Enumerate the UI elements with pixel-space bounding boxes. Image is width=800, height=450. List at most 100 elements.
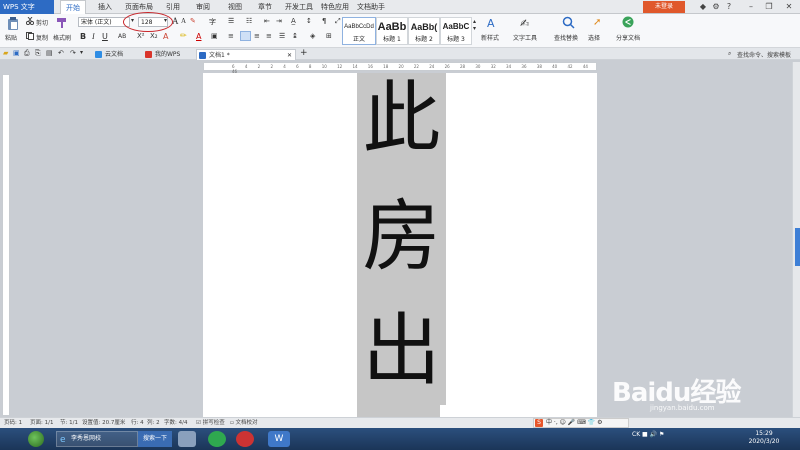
skin-icon[interactable]: ◆ (698, 1, 708, 13)
open-folder-icon[interactable]: ▰ (3, 49, 8, 57)
style-heading-2[interactable]: AaBb( 标题 2 (408, 17, 440, 45)
system-clock[interactable]: 15:29 2020/3/20 (740, 430, 788, 446)
superscript-icon[interactable]: X² (137, 32, 145, 40)
spell-check-toggle[interactable]: ☑ 拼写检查 (196, 418, 225, 428)
tab-cloud-docs[interactable]: 云文档 (93, 49, 139, 60)
taskbar-360-browser-icon[interactable] (208, 431, 226, 447)
justify-icon[interactable]: ≡ (266, 32, 272, 40)
italic-icon[interactable]: I (92, 32, 95, 41)
align-center-icon[interactable] (240, 31, 251, 41)
taskbar-browser[interactable]: e 李秀恩网校 (56, 431, 138, 447)
find-replace-icon[interactable] (562, 16, 575, 29)
format-painter-icon[interactable] (56, 17, 68, 29)
tab-my-wps[interactable]: 我的WPS (143, 49, 195, 60)
tab-view[interactable]: 视图 (222, 0, 248, 14)
increase-indent-icon[interactable]: ⇥ (276, 17, 282, 25)
chinese-layout-icon[interactable]: A̲ (291, 17, 296, 25)
help-icon[interactable]: ? (724, 1, 734, 13)
print-icon[interactable]: ⎘ (35, 49, 41, 58)
shading-icon[interactable]: ◈ (310, 32, 315, 40)
bold-icon[interactable]: B (80, 32, 86, 41)
tab-review[interactable]: 审阅 (190, 0, 216, 14)
highlight-icon[interactable]: ✏ (180, 31, 187, 40)
tab-document1[interactable]: 文档1 * ✕ (196, 49, 296, 60)
start-button[interactable] (28, 431, 44, 447)
phonetic-icon[interactable]: 字 (209, 17, 216, 27)
taskbar-wps-icon[interactable]: W (268, 431, 290, 447)
numbered-list-icon[interactable]: ☷ (246, 17, 252, 25)
style-normal[interactable]: AaBbCcDd 正文 (342, 17, 376, 45)
settings-icon[interactable]: ⚙ (711, 1, 721, 13)
tab-insert[interactable]: 插入 (92, 0, 118, 14)
doc-proof-button[interactable]: ▫ 文档校对 (230, 418, 258, 428)
distributed-icon[interactable]: ☰ (279, 32, 285, 40)
tab-doc-assistant[interactable]: 文档助手 (354, 0, 388, 14)
tab-references[interactable]: 引用 (160, 0, 186, 14)
char-border-icon[interactable]: ▣ (211, 32, 218, 40)
line-spacing-icon[interactable]: ↨ (292, 32, 298, 40)
undo-icon[interactable]: ↶ (58, 49, 64, 57)
bullet-list-icon[interactable]: ☰ (228, 17, 234, 25)
restore-icon[interactable]: ❐ (764, 1, 774, 13)
tab-special-apps[interactable]: 特色应用 (318, 0, 352, 14)
underline-icon[interactable]: U (102, 32, 108, 41)
strikethrough-icon[interactable]: AB (118, 33, 126, 40)
login-button[interactable]: 未登录 (643, 1, 685, 13)
document-char-1[interactable]: 此 (357, 74, 446, 164)
borders-icon[interactable]: ⊞ (326, 32, 332, 40)
tab-developer[interactable]: 开发工具 (282, 0, 316, 14)
text-tools-icon[interactable]: ✍ (520, 17, 529, 30)
decrease-indent-icon[interactable]: ⇤ (264, 17, 270, 25)
select-button[interactable]: 选择 (588, 33, 600, 42)
format-painter-button[interactable]: 格式刷 (53, 33, 71, 42)
cut-button[interactable]: 剪切 (36, 18, 48, 27)
text-effect-icon[interactable]: A (163, 32, 168, 41)
paste-icon[interactable] (7, 17, 19, 30)
taskbar-search-button[interactable]: 搜索一下 (138, 431, 172, 447)
document-char-3[interactable]: 出 (357, 306, 446, 396)
redo-icon[interactable]: ↷ (70, 49, 76, 57)
app-menu-button[interactable]: WPS 文字 (0, 0, 54, 14)
save-icon[interactable]: ▣ (13, 49, 20, 57)
close-tab-icon[interactable]: ✕ (287, 50, 292, 61)
horizontal-ruler[interactable]: 6 4 2 2 4 6 8 10 12 14 16 18 20 22 24 26… (203, 62, 597, 74)
share-icon[interactable] (622, 16, 634, 28)
subscript-icon[interactable]: X₂ (150, 32, 158, 40)
tab-home[interactable]: 开始 (60, 0, 86, 14)
search-icon[interactable]: ⌕ (728, 50, 731, 58)
cut-icon[interactable] (26, 17, 34, 25)
paste-button[interactable]: 粘贴 (5, 33, 17, 42)
show-marks-icon[interactable]: ¶ (322, 17, 326, 25)
minimize-icon[interactable]: – (746, 1, 756, 13)
copy-icon[interactable] (26, 32, 34, 40)
system-tray[interactable]: CK ■ 🔊 ⚑ (632, 431, 664, 438)
text-tools-button[interactable]: 文字工具 (513, 33, 537, 42)
copy-button[interactable]: 复制 (36, 33, 48, 42)
align-right-icon[interactable]: ≡ (254, 32, 260, 40)
shrink-font-icon[interactable]: A (181, 17, 186, 25)
find-replace-button[interactable]: 查找替换 (554, 33, 578, 42)
align-left-icon[interactable]: ≡ (228, 32, 234, 40)
taskbar-media-icon[interactable] (236, 431, 254, 447)
close-icon[interactable]: ✕ (784, 1, 794, 13)
document-char-2[interactable]: 房 (357, 192, 446, 282)
style-heading-3[interactable]: AaBbC 标题 3 (440, 17, 472, 45)
export-pdf-icon[interactable]: ▤ (46, 49, 53, 57)
new-tab-icon[interactable]: + (300, 48, 308, 58)
new-style-icon[interactable]: A (487, 17, 495, 30)
quick-access-dropdown-icon[interactable]: ▾ (80, 49, 83, 56)
print-preview-icon[interactable]: ⎙ (24, 49, 30, 58)
tab-chapter[interactable]: 章节 (252, 0, 278, 14)
new-style-button[interactable]: 新样式 (481, 33, 499, 42)
command-search-input[interactable]: 查找命令、搜索模板 (737, 50, 791, 59)
sort-icon[interactable]: ↕ (306, 17, 312, 25)
style-heading-1[interactable]: AaBb 标题 1 (376, 17, 408, 45)
taskbar-app-tools-icon[interactable] (178, 431, 196, 447)
text-direction-icon[interactable]: ⤢ (335, 17, 341, 26)
select-icon[interactable]: ➚ (593, 17, 601, 28)
share-doc-button[interactable]: 分享文档 (616, 33, 640, 42)
styles-more-icon[interactable]: ▴ ▾ (473, 18, 476, 32)
vertical-ruler[interactable] (2, 74, 10, 416)
ime-toolbar[interactable]: 中 ·, ☺ 🎤 ⌨ 👕 ⚙ (533, 418, 629, 428)
font-color-icon[interactable]: A (196, 32, 201, 41)
